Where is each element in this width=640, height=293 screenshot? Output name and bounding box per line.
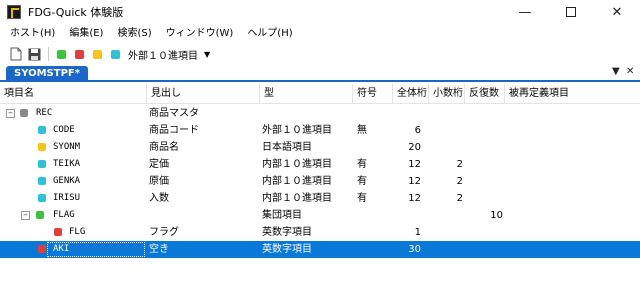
toolbar: 外部１０進項目 ▼: [0, 44, 640, 64]
item-heading: 定価: [149, 159, 169, 170]
title-bar: FDG-Quick 体験版 — ✕: [0, 0, 640, 24]
alpha-item-icon: [38, 245, 46, 253]
table-row[interactable]: SYONM 商品名 日本語項目 20: [0, 139, 640, 156]
col-decimal-digits[interactable]: 小数桁: [429, 84, 465, 104]
item-name: FLG: [69, 227, 86, 237]
add-japanese-item-icon[interactable]: [89, 46, 105, 62]
group-item-icon: [20, 109, 28, 117]
item-total: 12: [408, 159, 421, 170]
tab-list-icon[interactable]: ▼: [612, 66, 620, 77]
add-alpha-item-icon[interactable]: [71, 46, 87, 62]
item-name: IRISU: [53, 193, 81, 203]
minimize-button[interactable]: —: [502, 0, 548, 24]
table-row[interactable]: – REC 商品マスタ: [0, 105, 640, 122]
item-name: CODE: [53, 125, 75, 135]
item-heading: フラグ: [149, 227, 179, 238]
app-icon: [7, 5, 21, 19]
menu-bar: ホスト(H) 編集(E) 検索(S) ウィンドウ(W) ヘルプ(H): [0, 24, 640, 44]
add-decimal-item-icon[interactable]: [107, 46, 123, 62]
item-total: 6: [414, 125, 421, 136]
table-row[interactable]: TEIKA 定価 内部１０進項目 有 12 2: [0, 156, 640, 173]
chevron-down-icon[interactable]: ▼: [204, 50, 210, 59]
window-title: FDG-Quick 体験版: [28, 6, 124, 19]
table-row[interactable]: CODE 商品コード 外部１０進項目 無 6: [0, 122, 640, 139]
item-total: 1: [414, 227, 421, 238]
menu-help[interactable]: ヘルプ(H): [240, 24, 299, 44]
item-heading: 空き: [149, 244, 169, 255]
window-controls: — ✕: [502, 0, 640, 24]
item-decimal: 2: [456, 176, 463, 187]
item-name: GENKA: [53, 176, 81, 186]
menu-edit[interactable]: 編集(E): [62, 24, 110, 44]
japanese-item-icon: [38, 143, 46, 151]
decimal-item-icon: [38, 194, 46, 202]
item-type: 外部１０進項目: [262, 125, 332, 136]
table-row[interactable]: – FLAG 集団項目 10: [0, 207, 640, 224]
item-heading: 商品コード: [149, 125, 199, 136]
decimal-item-icon: [38, 126, 46, 134]
col-item-name[interactable]: 項目名: [0, 84, 147, 104]
item-name: AKI: [53, 244, 70, 254]
close-button[interactable]: ✕: [594, 0, 640, 24]
item-sign: 有: [357, 159, 367, 170]
col-type[interactable]: 型: [260, 84, 353, 104]
item-name: FLAG: [53, 210, 75, 220]
item-type: 英数字項目: [262, 244, 312, 255]
item-total: 12: [408, 176, 421, 187]
item-name: REC: [36, 108, 53, 118]
item-sign: 有: [357, 193, 367, 204]
item-type: 英数字項目: [262, 227, 312, 238]
item-decimal: 2: [456, 193, 463, 204]
toolbar-separator: [48, 47, 49, 61]
item-type: 内部１０進項目: [262, 193, 332, 204]
item-sign: 無: [357, 125, 367, 136]
menu-host[interactable]: ホスト(H): [3, 24, 62, 44]
collapse-icon[interactable]: –: [6, 109, 15, 118]
item-heading: 原価: [149, 176, 169, 187]
table-row[interactable]: FLG フラグ 英数字項目 1: [0, 224, 640, 241]
col-redefined[interactable]: 被再定義項目: [505, 84, 640, 104]
item-type: 集団項目: [262, 210, 302, 221]
item-sign: 有: [357, 176, 367, 187]
table-row-selected[interactable]: AKI 空き 英数字項目 30: [0, 241, 640, 258]
item-total: 12: [408, 193, 421, 204]
item-heading: 商品マスタ: [149, 108, 199, 119]
menu-search[interactable]: 検索(S): [110, 24, 158, 44]
tab-syomstpf[interactable]: SYOMSTPF*: [6, 66, 88, 82]
item-type: 日本語項目: [262, 142, 312, 153]
decimal-item-icon: [38, 160, 46, 168]
document-tab-bar: SYOMSTPF* ▼ ✕: [0, 64, 640, 82]
item-heading: 商品名: [149, 142, 179, 153]
maximize-button[interactable]: [548, 0, 594, 24]
item-type: 内部１０進項目: [262, 176, 332, 187]
col-sign[interactable]: 符号: [353, 84, 393, 104]
item-total: 30: [408, 244, 421, 255]
table-row[interactable]: IRISU 入数 内部１０進項目 有 12 2: [0, 190, 640, 207]
menu-window[interactable]: ウィンドウ(W): [159, 24, 241, 44]
add-group-item-icon[interactable]: [53, 46, 69, 62]
item-decimal: 2: [456, 159, 463, 170]
item-type: 内部１０進項目: [262, 159, 332, 170]
table-row[interactable]: GENKA 原価 内部１０進項目 有 12 2: [0, 173, 640, 190]
item-type-select[interactable]: 外部１０進項目: [128, 47, 198, 62]
new-file-icon[interactable]: [8, 46, 24, 62]
item-repeat: 10: [490, 210, 503, 221]
tab-close-icon[interactable]: ✕: [626, 66, 634, 77]
item-name: SYONM: [53, 142, 81, 152]
save-icon[interactable]: [26, 46, 42, 62]
group-item-icon: [36, 211, 44, 219]
col-total-digits[interactable]: 全体桁: [393, 84, 429, 104]
decimal-item-icon: [38, 177, 46, 185]
item-heading: 入数: [149, 193, 169, 204]
col-heading[interactable]: 見出し: [147, 84, 260, 104]
item-total: 20: [408, 142, 421, 153]
alpha-item-icon: [54, 228, 62, 236]
col-repeat[interactable]: 反復数: [465, 84, 505, 104]
column-header: 項目名 見出し 型 符号 全体桁 小数桁 反復数 被再定義項目: [0, 84, 640, 104]
collapse-icon[interactable]: –: [21, 211, 30, 220]
item-name: TEIKA: [53, 159, 81, 169]
